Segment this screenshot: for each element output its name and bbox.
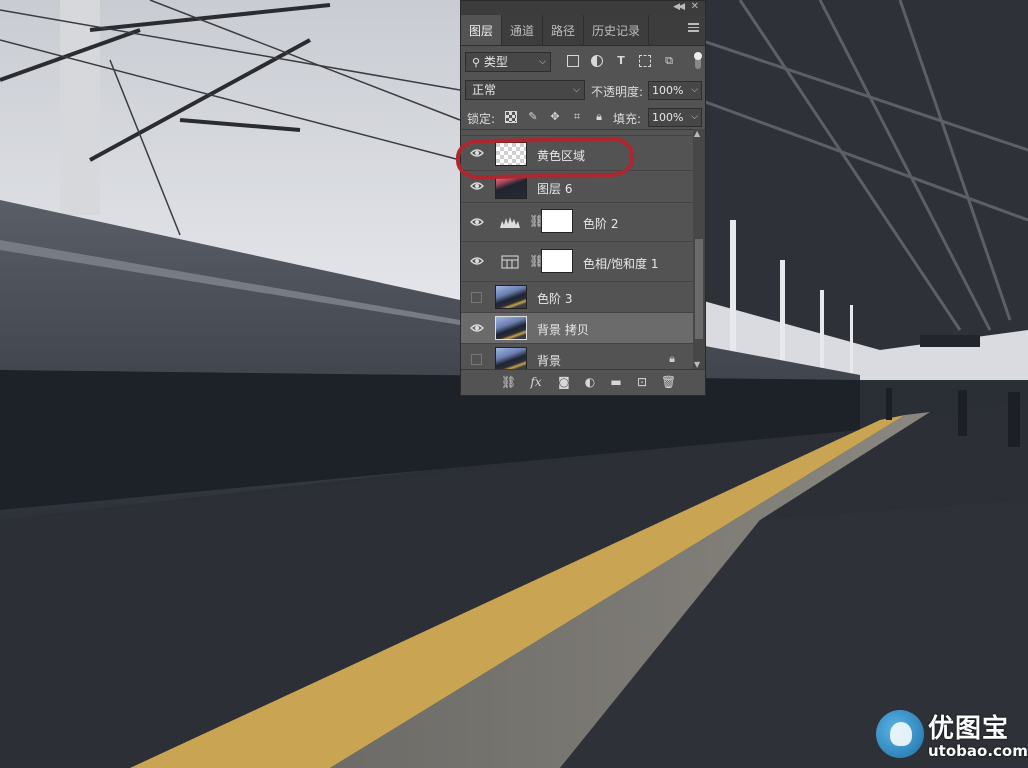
layer-row[interactable]: ⛓︎ 色相/饱和度 1	[461, 242, 693, 282]
fill-value: 100%	[652, 111, 684, 124]
eye-icon[interactable]	[469, 181, 485, 191]
lock-position-icon[interactable]: ✥	[549, 111, 561, 123]
fill-label: 填充:	[613, 112, 642, 126]
visibility-toggle[interactable]	[471, 292, 482, 303]
filter-adjustment-icon[interactable]	[591, 55, 603, 67]
chevron-down-icon: ⌵	[539, 57, 546, 67]
new-layer-icon[interactable]: ⊡	[635, 376, 649, 389]
layers-bottom-bar: ⛓︎ fx ◙ ◐ ▬ ⊡ 🗑︎	[461, 369, 705, 396]
add-mask-icon[interactable]: ◙	[557, 376, 571, 389]
layer-mask-thumbnail[interactable]	[541, 249, 573, 273]
layer-row[interactable]: 背景 🔒︎	[461, 344, 693, 370]
panel-tabs: 图层 通道 路径 历史记录	[461, 15, 705, 46]
layer-thumbnail	[495, 316, 527, 340]
layer-name[interactable]: 色相/饱和度 1	[583, 255, 659, 272]
collapse-panel-icon[interactable]: ◀◀	[673, 2, 685, 12]
layers-panel: ◀◀ ✕ 图层 通道 路径 历史记录 ⚲ 类型 ⌵ T ⧉ 正常 ⌵ 不透明度:…	[460, 0, 706, 396]
layer-mask-thumbnail[interactable]	[541, 209, 573, 233]
eye-icon[interactable]	[469, 148, 485, 158]
visibility-toggle[interactable]	[471, 354, 482, 365]
panel-titlebar: ◀◀ ✕	[461, 1, 705, 15]
lock-image-pixels-icon[interactable]: ✎	[527, 111, 539, 123]
filter-kind-select[interactable]: ⚲ 类型 ⌵	[465, 52, 551, 72]
link-layers-icon[interactable]: ⛓︎	[501, 376, 516, 389]
filter-toggle[interactable]	[694, 52, 702, 69]
layer-row-selected[interactable]: 背景 拷贝	[461, 313, 693, 344]
opacity-value: 100%	[652, 84, 684, 97]
filter-smart-object-icon[interactable]: ⧉	[663, 55, 675, 67]
layer-name[interactable]: 黄色区域	[537, 147, 585, 164]
tab-paths[interactable]: 路径	[543, 15, 585, 45]
eye-icon[interactable]	[469, 323, 485, 333]
panel-menu-icon[interactable]	[688, 23, 699, 32]
fill-field[interactable]: 100% ⌵	[648, 108, 702, 127]
scroll-up-icon[interactable]: ▲	[694, 129, 700, 138]
lock-icon: 🔒︎	[669, 352, 675, 365]
close-panel-icon[interactable]: ✕	[691, 1, 699, 12]
layer-name[interactable]: 背景	[537, 352, 561, 369]
filter-pixel-icon[interactable]	[567, 55, 579, 67]
chevron-down-icon: ⌵	[573, 85, 580, 95]
blend-mode-value: 正常	[472, 83, 497, 97]
layer-row[interactable]: 色阶 3	[461, 282, 693, 313]
layer-filter-row: ⚲ 类型 ⌵ T ⧉	[461, 49, 705, 75]
layer-thumbnail	[495, 142, 527, 166]
layer-row[interactable]: 图层 6	[461, 171, 693, 203]
layer-thumbnail	[495, 285, 527, 309]
new-group-icon[interactable]: ▬	[609, 376, 623, 389]
watermark: 优图宝 utobao.com	[870, 706, 1028, 768]
tab-channels[interactable]: 通道	[502, 15, 544, 45]
lock-all-icon[interactable]: 🔒︎	[593, 111, 605, 123]
lock-transparent-pixels-icon[interactable]	[505, 111, 517, 123]
watermark-brand: 优图宝	[928, 714, 1010, 744]
opacity-label: 不透明度:	[591, 85, 644, 99]
opacity-field[interactable]: 100% ⌵	[648, 81, 702, 100]
filter-type-icon[interactable]: T	[615, 55, 627, 67]
new-adjustment-layer-icon[interactable]: ◐	[583, 376, 597, 389]
chevron-down-icon[interactable]: ⌵	[691, 82, 698, 99]
blend-mode-select[interactable]: 正常 ⌵	[465, 80, 585, 100]
lock-artboard-icon[interactable]: ⌗	[571, 111, 583, 123]
layer-thumbnail	[495, 175, 527, 199]
bird-logo-icon	[876, 710, 924, 758]
search-icon: ⚲	[472, 56, 481, 69]
eye-icon[interactable]	[469, 217, 485, 227]
layer-name[interactable]: 色阶 2	[583, 215, 618, 232]
scroll-down-icon[interactable]: ▼	[694, 360, 700, 369]
filter-kind-label: 类型	[483, 55, 508, 69]
lock-label: 锁定:	[467, 112, 496, 126]
layer-row[interactable]: 黄色区域	[461, 138, 693, 171]
eye-icon[interactable]	[469, 256, 485, 266]
layers-list: 黄色区域 图层 6 ⛓︎ 色阶 2 ⛓︎ 色相/饱和度 1 色阶 3 背景 拷贝…	[461, 129, 693, 370]
hue-saturation-adjustment-icon	[501, 255, 519, 269]
layer-name[interactable]: 色阶 3	[537, 290, 572, 307]
tab-layers[interactable]: 图层	[461, 15, 503, 45]
tab-history[interactable]: 历史记录	[584, 15, 650, 45]
trash-icon[interactable]: 🗑︎	[661, 376, 676, 389]
chevron-down-icon[interactable]: ⌵	[691, 109, 698, 126]
fx-icon[interactable]: fx	[529, 376, 543, 389]
layer-thumbnail	[495, 347, 527, 370]
watermark-url: utobao.com	[928, 742, 1028, 760]
layer-name[interactable]: 背景 拷贝	[537, 321, 589, 338]
layers-scrollbar[interactable]: ▲ ▼	[693, 129, 705, 369]
levels-adjustment-icon	[500, 217, 520, 228]
filter-shape-icon[interactable]	[639, 55, 651, 67]
scrollbar-thumb[interactable]	[695, 239, 703, 339]
layer-row[interactable]: ⛓︎ 色阶 2	[461, 203, 693, 242]
layer-name[interactable]: 图层 6	[537, 180, 572, 197]
layer-row-partial	[461, 130, 693, 136]
